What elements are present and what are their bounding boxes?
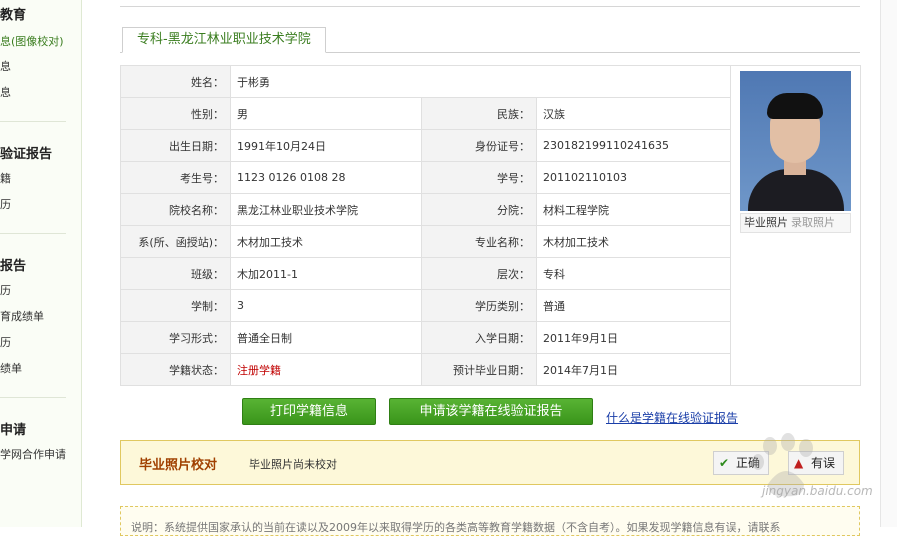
gender-label: 性别： [120,97,231,130]
name-value: 于彬勇 [230,65,731,98]
right-border [880,0,897,527]
ethnicity-value: 汉族 [536,97,731,130]
sidebar-item-image-check[interactable]: 息(图像校对) [0,33,64,49]
baidu-paw-watermark-icon [752,433,813,497]
exam-no-value: 1123 0126 0108 28 [230,161,422,194]
sidebar-heading-report: 报告 [0,259,27,274]
student-photo [740,71,851,211]
dept-label: 系(所、函授站)： [120,225,231,258]
dept-value: 木材加工技术 [230,225,422,258]
entry-date-value: 2011年9月1日 [536,321,731,354]
verify-title: 毕业照片校对 [139,458,218,473]
sidebar-item-enrollment[interactable]: 籍 [0,170,11,186]
sidebar-item-transcript[interactable]: 育成绩单 [0,308,44,324]
school-value: 黑龙江林业职业技术学院 [230,193,422,226]
entry-date-label: 入学日期： [421,321,537,354]
branch-value: 材料工程学院 [536,193,731,226]
status-label: 学籍状态： [120,353,231,386]
sidebar-item-report-degree-2[interactable]: 历 [0,334,11,350]
photo-caption: 毕业照片 录取照片 [740,213,851,233]
status-value: 注册学籍 [230,353,422,386]
print-record-button[interactable]: 打印学籍信息 [242,398,376,425]
photo-cell: 毕业照片 录取照片 [730,65,861,386]
admission-photo-tab[interactable]: 录取照片 [791,216,835,229]
study-form-label: 学习形式： [120,321,231,354]
school-label: 院校名称： [120,193,231,226]
major-value: 木材加工技术 [536,225,731,258]
birth-label: 出生日期： [120,129,231,162]
grad-date-label: 预计毕业日期： [421,353,537,386]
level-label: 层次： [421,257,537,290]
edu-type-label: 学历类别： [421,289,537,322]
years-label: 学制： [120,289,231,322]
student-no-label: 学号： [421,161,537,194]
name-label: 姓名： [120,65,231,98]
years-value: 3 [230,289,422,322]
sidebar-item-partner-apply[interactable]: 学网合作申请 [0,446,66,462]
sidebar-heading-education: 教育 [0,8,27,23]
notice-text: 说明：系统提供国家承认的当前在读以及2009年以来取得学历的各类高等教育学籍数据… [131,521,781,534]
tab-school-record[interactable]: 专科-黑龙江林业职业技术学院 [122,27,326,53]
student-no-value: 201102110103 [536,161,731,194]
sidebar-item-info-2[interactable]: 息 [0,58,11,74]
id-label: 身份证号： [421,129,537,162]
what-is-verify-report-link[interactable]: 什么是学籍在线验证报告 [606,409,738,426]
ethnicity-label: 民族： [421,97,537,130]
gender-value: 男 [230,97,422,130]
left-sidebar: 教育 息(图像校对) 息 息 验证报告 籍 历 报告 历 育成绩单 历 绩单 申… [0,0,82,527]
sidebar-heading-verify-report: 验证报告 [0,147,53,162]
sidebar-item-report-degree[interactable]: 历 [0,282,11,298]
top-divider [120,6,860,7]
sidebar-item-degree[interactable]: 历 [0,196,11,212]
watermark-text: jingyan.baidu.com [762,484,873,498]
major-label: 专业名称： [421,225,537,258]
verify-message: 毕业照片尚未校对 [249,458,337,471]
level-value: 专科 [536,257,731,290]
grad-date-value: 2014年7月1日 [536,353,731,386]
apply-verify-report-button[interactable]: 申请该学籍在线验证报告 [389,398,593,425]
class-label: 班级： [120,257,231,290]
sidebar-divider [0,233,66,234]
id-value: 230182199110241635 [536,129,731,162]
graduation-photo-tab[interactable]: 毕业照片 [744,216,788,229]
sidebar-divider [0,397,66,398]
table-row: 姓名： 于彬勇 毕业照片 录取照片 [120,65,861,386]
edu-type-value: 普通 [536,289,731,322]
sidebar-heading-apply: 申请 [0,423,27,438]
exam-no-label: 考生号： [120,161,231,194]
sidebar-divider [0,121,66,122]
student-info-table: 姓名： 于彬勇 毕业照片 录取照片 性别： 男 民族： 汉族 出生日期： 1991… [120,65,861,386]
birth-value: 1991年10月24日 [230,129,422,162]
sidebar-item-info-3[interactable]: 息 [0,84,11,100]
class-value: 木加2011-1 [230,257,422,290]
branch-label: 分院： [421,193,537,226]
study-form-value: 普通全日制 [230,321,422,354]
sidebar-item-transcript-2[interactable]: 绩单 [0,360,22,376]
